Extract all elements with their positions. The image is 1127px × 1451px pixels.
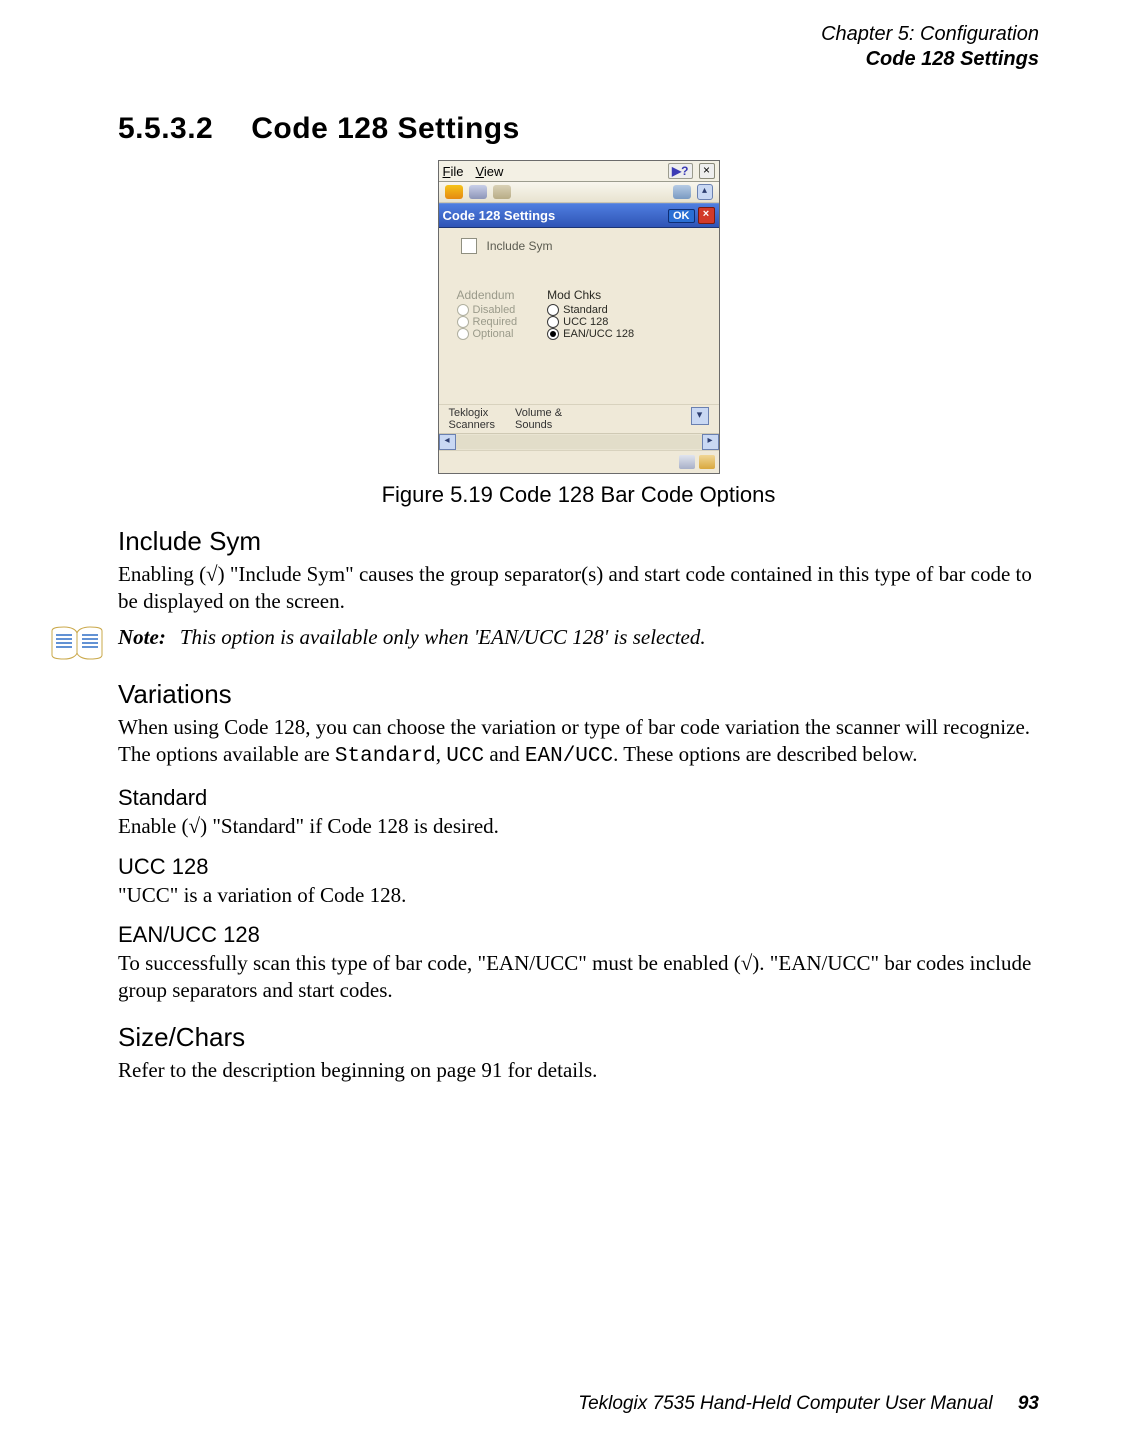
figure-caption: Figure 5.19 Code 128 Bar Code Options xyxy=(118,482,1039,508)
footer-manual: Teklogix 7535 Hand-Held Computer User Ma… xyxy=(578,1393,992,1414)
para-variations: When using Code 128, you can choose the … xyxy=(118,714,1039,771)
addendum-heading: Addendum xyxy=(457,288,518,302)
section-number: 5.5.3.2 xyxy=(118,112,213,145)
note-label: Note: xyxy=(118,625,166,649)
radio-icon xyxy=(457,304,469,316)
note-block: Note: This option is available only when … xyxy=(50,625,1039,661)
close-icon[interactable]: × xyxy=(699,163,715,179)
menu-file[interactable]: File xyxy=(443,164,464,179)
footer-page-number: 93 xyxy=(1018,1393,1039,1414)
option-groups: Addendum Disabled Required Optional Mod … xyxy=(457,288,707,340)
heading-eanucc128: EAN/UCC 128 xyxy=(118,922,1039,948)
addendum-optional: Optional xyxy=(457,328,518,340)
heading-standard: Standard xyxy=(118,785,1039,811)
section-heading: 5.5.3.2 Code 128 Settings xyxy=(118,112,1039,146)
radio-icon[interactable] xyxy=(547,304,559,316)
toolbar-icons: ▴ xyxy=(439,182,719,203)
page-footer: Teklogix 7535 Hand-Held Computer User Ma… xyxy=(578,1393,1039,1415)
heading-variations: Variations xyxy=(118,679,1039,710)
heading-sizechars: Size/Chars xyxy=(118,1022,1039,1053)
note-text: Note: This option is available only when … xyxy=(118,625,706,650)
toolbar-icon[interactable] xyxy=(445,185,463,199)
ok-button[interactable]: OK xyxy=(668,209,695,223)
addendum-disabled: Disabled xyxy=(457,304,518,316)
menubar: File View ▶? × xyxy=(439,161,719,182)
scroll-track[interactable] xyxy=(456,435,702,449)
para-ucc128: "UCC" is a variation of Code 128. xyxy=(118,882,1039,909)
radio-icon[interactable] xyxy=(547,316,559,328)
dialog-close-icon[interactable]: × xyxy=(698,207,715,224)
toolbar-icon[interactable] xyxy=(673,185,691,199)
desktop-icons-row: Teklogix Scanners Volume & Sounds ▾ xyxy=(439,404,719,433)
scroll-down-icon[interactable]: ▾ xyxy=(691,407,709,425)
system-tray xyxy=(439,450,719,473)
running-header: Chapter 5: Configuration Code 128 Settin… xyxy=(118,22,1039,72)
help-arrow-icon[interactable]: ▶? xyxy=(668,163,693,179)
modchks-group: Mod Chks Standard UCC 128 EAN/UCC 128 xyxy=(547,288,634,340)
page: Chapter 5: Configuration Code 128 Settin… xyxy=(0,0,1127,1451)
dialog-titlebar: Code 128 Settings OK × xyxy=(439,203,719,228)
para-eanucc128: To successfully scan this type of bar co… xyxy=(118,950,1039,1004)
toolbar-icon[interactable] xyxy=(469,185,487,199)
horizontal-scrollbar[interactable]: ◂ ▸ xyxy=(439,433,719,450)
modchks-standard[interactable]: Standard xyxy=(547,304,634,316)
scroll-right-icon[interactable]: ▸ xyxy=(702,434,719,450)
para-include-sym: Enabling (√) "Include Sym" causes the gr… xyxy=(118,561,1039,615)
header-section: Code 128 Settings xyxy=(118,47,1039,72)
heading-include-sym: Include Sym xyxy=(118,526,1039,557)
menu-view[interactable]: View xyxy=(475,164,503,179)
desktop-icon-scanners[interactable]: Teklogix Scanners xyxy=(449,407,495,431)
header-chapter: Chapter 5: Configuration xyxy=(118,22,1039,47)
modchks-heading: Mod Chks xyxy=(547,288,634,302)
section-title: Code 128 Settings xyxy=(251,112,520,145)
note-body: This option is available only when 'EAN/… xyxy=(180,625,706,649)
modchks-ucc128[interactable]: UCC 128 xyxy=(547,316,634,328)
scroll-left-icon[interactable]: ◂ xyxy=(439,434,456,450)
modchks-eanucc128[interactable]: EAN/UCC 128 xyxy=(547,328,634,340)
include-sym-checkbox[interactable]: Include Sym xyxy=(461,238,707,254)
screenshot-window: File View ▶? × ▴ Code 128 Settings OK × xyxy=(438,160,720,474)
tray-icon[interactable] xyxy=(679,455,695,469)
desktop-icon-sounds[interactable]: Volume & Sounds xyxy=(515,407,562,431)
note-book-icon xyxy=(50,625,104,661)
heading-ucc128: UCC 128 xyxy=(118,854,1039,880)
dialog-title: Code 128 Settings xyxy=(443,208,669,223)
checkbox-label: Include Sym xyxy=(487,239,553,253)
addendum-required: Required xyxy=(457,316,518,328)
tray-icon[interactable] xyxy=(699,455,715,469)
addendum-group: Addendum Disabled Required Optional xyxy=(457,288,518,340)
para-standard: Enable (√) "Standard" if Code 128 is des… xyxy=(118,813,1039,840)
toolbar-icon[interactable] xyxy=(493,185,511,199)
checkbox-box[interactable] xyxy=(461,238,477,254)
radio-icon xyxy=(457,316,469,328)
radio-icon[interactable] xyxy=(547,328,559,340)
scroll-up-icon[interactable]: ▴ xyxy=(697,184,713,200)
para-sizechars: Refer to the description beginning on pa… xyxy=(118,1057,1039,1084)
figure: File View ▶? × ▴ Code 128 Settings OK × xyxy=(118,160,1039,508)
radio-icon xyxy=(457,328,469,340)
dialog-body: Include Sym Addendum Disabled Required O… xyxy=(439,228,719,404)
